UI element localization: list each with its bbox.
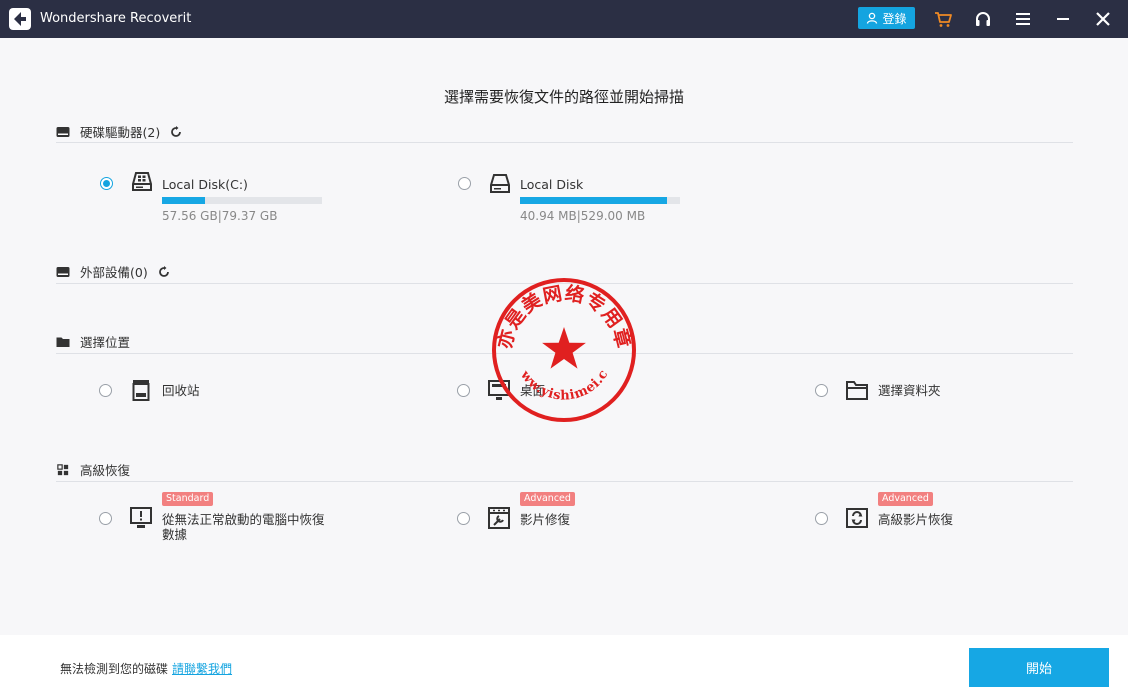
hard-drives-header: 硬碟驅動器(2): [56, 122, 182, 141]
recoverit-logo-icon: [9, 8, 31, 30]
headset-support-icon[interactable]: [973, 9, 993, 29]
login-button[interactable]: 登錄: [858, 7, 915, 29]
refresh-icon[interactable]: [170, 125, 182, 138]
advanced-video-recovery-label[interactable]: 高級影片恢復: [878, 512, 953, 527]
menu-icon[interactable]: [1013, 9, 1033, 29]
advanced-video-recovery-icon: [846, 508, 868, 528]
disk-2-name[interactable]: Local Disk: [520, 177, 583, 192]
refresh-icon[interactable]: [158, 265, 170, 278]
app-title: Wondershare Recoverit: [40, 11, 192, 26]
desktop-radio[interactable]: [457, 384, 470, 397]
standard-badge: Standard: [162, 492, 214, 506]
select-location-header: 選擇位置: [56, 332, 130, 351]
red-seal-stamp: 亦是美网络专用章 www.yishimei.cn: [489, 275, 636, 422]
footer-text: 無法檢測到您的磁碟: [60, 662, 169, 676]
cart-icon[interactable]: [933, 9, 953, 29]
advanced-badge: Advanced: [520, 492, 575, 506]
disk-2-icon: [490, 174, 510, 193]
advanced-recovery-header: 高級恢復: [56, 460, 130, 479]
external-devices-header: 外部設備(0): [56, 262, 170, 281]
close-icon[interactable]: [1093, 9, 1113, 29]
section-divider: [56, 481, 1073, 482]
recycle-bin-radio[interactable]: [99, 384, 112, 397]
folder-icon: [56, 337, 70, 347]
select-folder-label[interactable]: 選擇資料夾: [878, 383, 941, 398]
crashed-computer-radio[interactable]: [99, 512, 112, 525]
start-button[interactable]: 開始: [969, 648, 1109, 687]
recycle-bin-label[interactable]: 回收站: [162, 383, 200, 398]
disk-2-radio[interactable]: [458, 177, 471, 190]
user-icon: [867, 12, 878, 24]
advanced-badge: Advanced: [878, 492, 933, 506]
select-location-title: 選擇位置: [80, 335, 131, 350]
external-devices-title: 外部設備(0): [80, 265, 148, 280]
footer-message: 無法檢測到您的磁碟 請聯繫我們: [60, 660, 232, 677]
footer-bar: 無法檢測到您的磁碟 請聯繫我們 開始: [0, 635, 1128, 700]
hard-drives-title: 硬碟驅動器(2): [80, 125, 161, 140]
title-bar: Wondershare Recoverit 登錄: [0, 0, 1128, 38]
disk-c-radio[interactable]: [100, 177, 113, 190]
folder-icon: [846, 381, 868, 400]
video-repair-label[interactable]: 影片修復: [520, 512, 570, 527]
section-divider: [56, 142, 1073, 143]
disk-c-usage-bar: [162, 197, 322, 204]
hard-drive-icon: [56, 126, 70, 137]
disk-c-icon: [132, 172, 152, 191]
disk-2-size: 40.94 MB|529.00 MB: [520, 209, 646, 223]
disk-2-usage-fill: [520, 197, 668, 204]
disk-c-name[interactable]: Local Disk(C:): [162, 177, 248, 192]
disk-c-usage-fill: [162, 197, 206, 204]
external-drive-icon: [56, 266, 70, 277]
login-label: 登錄: [882, 11, 907, 26]
page-title: 選擇需要恢復文件的路徑並開始掃描: [443, 88, 684, 106]
disk-2-usage-bar: [520, 197, 680, 204]
select-folder-radio[interactable]: [815, 384, 828, 397]
disk-c-size: 57.56 GB|79.37 GB: [162, 209, 278, 223]
contact-us-link[interactable]: 請聯繫我們: [172, 662, 232, 676]
video-repair-radio[interactable]: [457, 512, 470, 525]
crashed-computer-label-line2[interactable]: 數據: [162, 527, 187, 542]
crashed-computer-icon: [130, 507, 152, 528]
advanced-recovery-title: 高級恢復: [80, 463, 131, 478]
crashed-computer-label-line1[interactable]: 從無法正常啟動的電腦中恢復: [162, 512, 325, 527]
recycle-bin-icon: [132, 380, 150, 401]
advanced-video-recovery-radio[interactable]: [815, 512, 828, 525]
grid-icon: [57, 463, 69, 475]
video-repair-icon: [488, 507, 510, 529]
minimize-icon[interactable]: [1053, 9, 1073, 29]
